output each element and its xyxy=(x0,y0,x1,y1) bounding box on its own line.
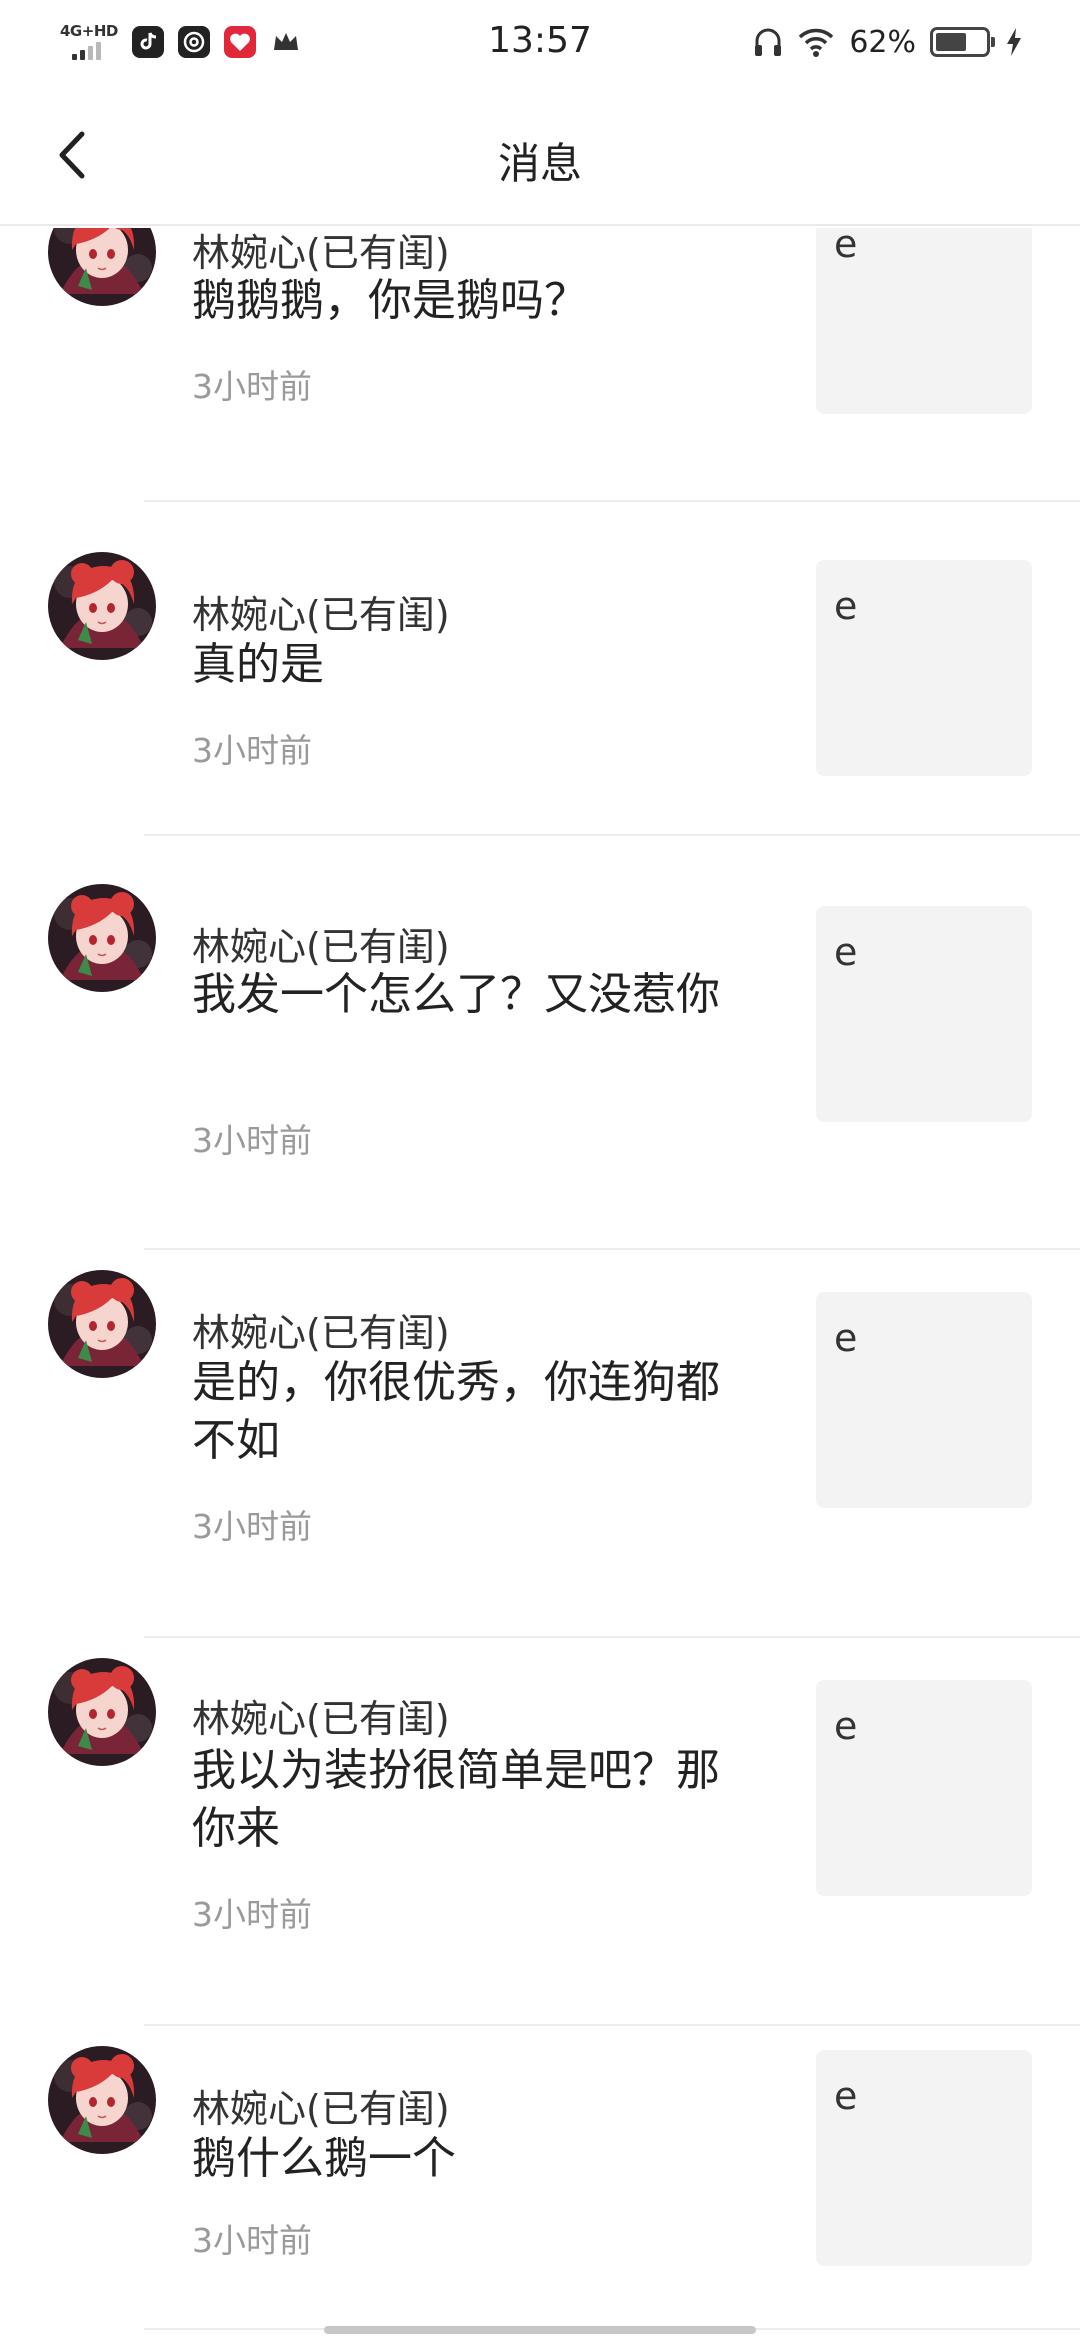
post-thumbnail[interactable]: e xyxy=(816,906,1032,1122)
sender-name: 林婉心(已有闺) xyxy=(192,1697,450,1741)
post-thumbnail[interactable]: e xyxy=(816,2050,1032,2266)
message-item[interactable]: 林婉心(已有闺) 鹅什么鹅一个 3小时前 e xyxy=(0,2026,1080,2340)
thumbnail-text: e xyxy=(834,1704,858,1748)
message-item[interactable]: 林婉心(已有闺) 鹅鹅鹅，你是鹅吗？ 3小时前 e xyxy=(0,228,1080,558)
wifi-icon xyxy=(797,25,835,59)
charging-icon xyxy=(1004,26,1024,58)
message-text: 我以为装扮很简单是吧？那你来 xyxy=(192,1745,720,1854)
battery-icon xyxy=(930,27,995,57)
headphones-icon xyxy=(753,25,783,59)
avatar[interactable] xyxy=(48,1270,156,1378)
message-item[interactable]: 林婉心(已有闺) 真的是 3小时前 e xyxy=(0,532,1080,862)
timestamp: 3小时前 xyxy=(192,731,312,770)
status-right-icons: 62% xyxy=(753,18,1024,66)
message-text: 鹅鹅鹅，你是鹅吗？ xyxy=(192,275,588,326)
message-text: 真的是 xyxy=(192,639,324,690)
sender-name: 林婉心(已有闺) xyxy=(192,231,450,275)
thumbnail-text: e xyxy=(834,228,858,266)
home-indicator[interactable] xyxy=(324,2326,756,2334)
timestamp: 3小时前 xyxy=(192,367,312,406)
page-title: 消息 xyxy=(497,139,582,188)
post-thumbnail[interactable]: e xyxy=(816,228,1032,414)
battery-percent: 62% xyxy=(849,24,916,60)
timestamp: 3小时前 xyxy=(192,2221,312,2260)
thumbnail-text: e xyxy=(834,584,858,628)
avatar[interactable] xyxy=(48,552,156,660)
avatar[interactable] xyxy=(48,884,156,992)
status-bar: 4G+HD 13:57 62% xyxy=(0,0,1080,84)
thumbnail-text: e xyxy=(834,930,858,974)
avatar[interactable] xyxy=(48,228,156,306)
message-item[interactable]: 林婉心(已有闺) 是的，你很优秀，你连狗都不如 3小时前 e xyxy=(0,1250,1080,1640)
avatar[interactable] xyxy=(48,2046,156,2154)
sender-name: 林婉心(已有闺) xyxy=(192,2087,450,2131)
message-text: 鹅什么鹅一个 xyxy=(192,2133,456,2184)
message-text: 是的，你很优秀，你连狗都不如 xyxy=(192,1357,720,1466)
thumbnail-text: e xyxy=(834,2074,858,2118)
message-text: 我发一个怎么了？又没惹你 xyxy=(192,969,720,1020)
sender-name: 林婉心(已有闺) xyxy=(192,925,450,969)
thumbnail-text: e xyxy=(834,1316,858,1360)
header-bar: 消息 xyxy=(0,84,1080,226)
timestamp: 3小时前 xyxy=(192,1895,312,1934)
timestamp: 3小时前 xyxy=(192,1121,312,1160)
divider xyxy=(144,834,1080,836)
divider xyxy=(144,500,1080,502)
sender-name: 林婉心(已有闺) xyxy=(192,1311,450,1355)
post-thumbnail[interactable]: e xyxy=(816,1680,1032,1896)
post-thumbnail[interactable]: e xyxy=(816,560,1032,776)
message-item[interactable]: 林婉心(已有闺) 我以为装扮很简单是吧？那你来 3小时前 e xyxy=(0,1638,1080,2028)
sender-name: 林婉心(已有闺) xyxy=(192,593,450,637)
post-thumbnail[interactable]: e xyxy=(816,1292,1032,1508)
message-item[interactable]: 林婉心(已有闺) 我发一个怎么了？又没惹你 3小时前 e xyxy=(0,866,1080,1256)
message-list[interactable]: 林婉心(已有闺) 鹅鹅鹅，你是鹅吗？ 3小时前 e 林婉心(已有闺) 真的是 3… xyxy=(0,228,1080,2340)
timestamp: 3小时前 xyxy=(192,1507,312,1546)
avatar[interactable] xyxy=(48,1658,156,1766)
